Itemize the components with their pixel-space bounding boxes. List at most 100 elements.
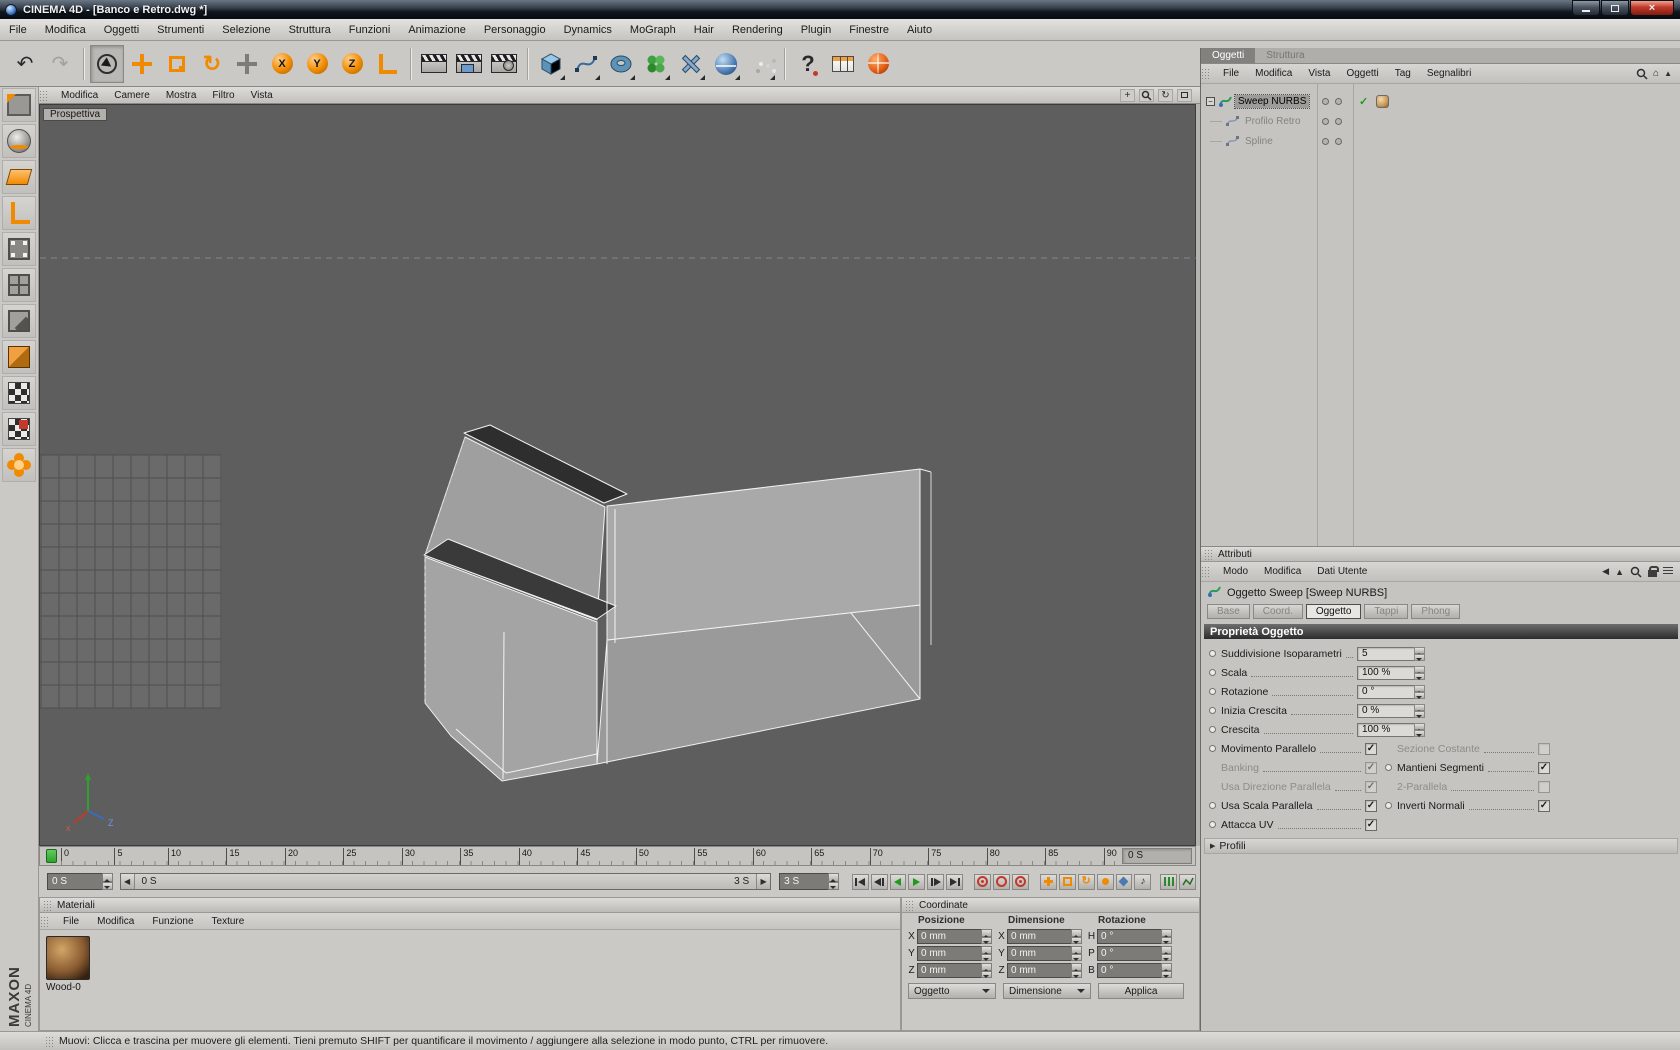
panel-grip[interactable]	[1201, 68, 1210, 79]
add-spline-button[interactable]	[569, 45, 603, 83]
animatable-dot-icon[interactable]	[1209, 745, 1216, 752]
object-manager-menu-item[interactable]: File	[1215, 68, 1247, 79]
uv-mode-button[interactable]	[2, 412, 36, 446]
panel-grip[interactable]	[43, 899, 52, 911]
minimize-button[interactable]	[1572, 0, 1600, 16]
value-spinner[interactable]	[1414, 646, 1425, 661]
content-browser-button[interactable]	[826, 45, 860, 83]
material-thumbnail[interactable]	[46, 936, 90, 980]
texture-checker-button[interactable]	[2, 376, 36, 410]
visibility-dots[interactable]	[1322, 137, 1342, 145]
play-button[interactable]	[908, 873, 926, 890]
panel-grip[interactable]	[1204, 548, 1213, 560]
visibility-dots[interactable]	[1322, 117, 1342, 125]
dim-x-field[interactable]: 0 mm	[1007, 929, 1082, 944]
panel-grip[interactable]	[45, 1035, 54, 1047]
menu-item[interactable]: Oggetti	[95, 19, 148, 41]
object-axis-mode-button[interactable]	[2, 340, 36, 374]
viewport-menu-item[interactable]: Mostra	[158, 90, 205, 101]
enabled-check-icon[interactable]: ✓	[1359, 95, 1368, 108]
usa-direzione-parallela-checkbox[interactable]: ✓	[1365, 780, 1377, 793]
attribute-value-field[interactable]: 0 %	[1357, 703, 1425, 718]
object-manager-menu-item[interactable]: Modifica	[1247, 68, 1300, 79]
render-visibility-dot[interactable]	[1335, 137, 1342, 145]
menu-item[interactable]: Modifica	[36, 19, 95, 41]
maximize-button[interactable]	[1601, 0, 1629, 16]
duration-spinner[interactable]	[827, 873, 839, 890]
record-rotation-button[interactable]: ↻	[1077, 873, 1095, 890]
attribute-value-field[interactable]: 100 %	[1357, 722, 1425, 737]
tab-oggetti[interactable]: Oggetti	[1201, 48, 1256, 63]
goto-start-button[interactable]	[851, 873, 869, 890]
timeline-range-slider[interactable]: ◀ 0 S 3 S ▶	[119, 873, 772, 890]
animatable-dot-icon[interactable]	[1209, 802, 1216, 809]
rotate-button[interactable]: ↻	[195, 45, 229, 83]
render-visibility-dot[interactable]	[1335, 97, 1342, 105]
dimension-dropdown[interactable]: Dimensione	[1003, 983, 1091, 999]
animatable-dot-icon[interactable]	[1209, 726, 1216, 733]
animatable-dot-icon[interactable]	[1209, 650, 1216, 657]
duration-field[interactable]: 3 S	[779, 873, 839, 890]
tab-coord[interactable]: Coord.	[1252, 604, 1303, 619]
toggle-view-icon[interactable]	[1177, 88, 1192, 102]
panel-grip[interactable]	[39, 89, 48, 101]
time-spinner[interactable]	[101, 873, 113, 890]
editor-visibility-dot[interactable]	[1322, 97, 1329, 105]
menu-item[interactable]: MoGraph	[621, 19, 685, 41]
add-deformer-button[interactable]	[674, 45, 708, 83]
section-proprieta-oggetto[interactable]: Proprietà Oggetto	[1204, 624, 1678, 639]
pos-z-field[interactable]: 0 mm	[917, 963, 992, 978]
phong-tag-icon[interactable]	[1376, 94, 1389, 108]
sound-button[interactable]: ♪	[1134, 873, 1152, 890]
attacca-uv-checkbox[interactable]: ✓	[1365, 818, 1377, 831]
fcurve-button[interactable]	[1160, 873, 1178, 890]
lock-icon[interactable]	[1648, 566, 1659, 577]
search-icon[interactable]	[1636, 68, 1648, 80]
attribute-value-field[interactable]: 5	[1357, 646, 1425, 661]
orbit-view-icon[interactable]: ↻	[1158, 88, 1173, 102]
range-left-arrow-icon[interactable]: ◀	[120, 874, 134, 889]
value-spinner[interactable]	[1414, 703, 1425, 718]
tab-struttura[interactable]: Struttura	[1255, 48, 1315, 63]
panel-grip[interactable]	[905, 899, 914, 911]
attribute-value-field[interactable]: 100 %	[1357, 665, 1425, 680]
move-button[interactable]	[125, 45, 159, 83]
menu-item[interactable]: Struttura	[280, 19, 340, 41]
viewport-menu-item[interactable]: Modifica	[53, 90, 106, 101]
usa-scala-parallela-checkbox[interactable]: ✓	[1365, 799, 1377, 812]
zoom-view-icon[interactable]	[1139, 88, 1154, 102]
material-item[interactable]: Wood-0	[46, 936, 96, 993]
animatable-dot-icon[interactable]	[1209, 821, 1216, 828]
add-particles-button[interactable]	[744, 45, 778, 83]
value-spinner[interactable]	[1414, 722, 1425, 737]
animatable-dot-icon[interactable]	[1209, 707, 1216, 714]
record-keyframe-button[interactable]	[974, 873, 992, 890]
menu-item[interactable]: Funzioni	[340, 19, 400, 41]
close-button[interactable]: ×	[1630, 0, 1674, 16]
record-options-button[interactable]	[1011, 873, 1029, 890]
record-pla-button[interactable]	[1115, 873, 1133, 890]
lock-x-button[interactable]: X	[265, 45, 299, 83]
panel-grip[interactable]	[1201, 566, 1210, 577]
online-resources-button[interactable]	[861, 45, 895, 83]
scale-button[interactable]	[160, 45, 194, 83]
profili-section-header[interactable]: ▶ Profili	[1204, 838, 1678, 854]
object-manager-menu-item[interactable]: Vista	[1300, 68, 1338, 79]
due-parallela-checkbox[interactable]	[1538, 780, 1550, 793]
animatable-dot-icon[interactable]	[1385, 802, 1392, 809]
materials-menu-item[interactable]: Funzione	[143, 916, 202, 927]
redo-button[interactable]: ↷	[43, 45, 77, 83]
inverti-normali-checkbox[interactable]: ✓	[1538, 799, 1550, 812]
tree-item-label[interactable]: Spline	[1242, 135, 1276, 148]
rot-b-field[interactable]: 0 °	[1097, 963, 1172, 978]
rot-p-field[interactable]: 0 °	[1097, 946, 1172, 961]
edge-mode-button[interactable]	[2, 268, 36, 302]
viewport-menu-item[interactable]: Camere	[106, 90, 158, 101]
render-view-button[interactable]	[417, 45, 451, 83]
materials-menu-item[interactable]: Modifica	[88, 916, 143, 927]
pan-view-icon[interactable]: +	[1120, 88, 1135, 102]
tab-oggetto[interactable]: Oggetto	[1305, 604, 1362, 619]
visibility-dots[interactable]	[1322, 97, 1342, 105]
animatable-dot-icon[interactable]	[1209, 669, 1216, 676]
object-manager-menu-item[interactable]: Tag	[1387, 68, 1419, 79]
